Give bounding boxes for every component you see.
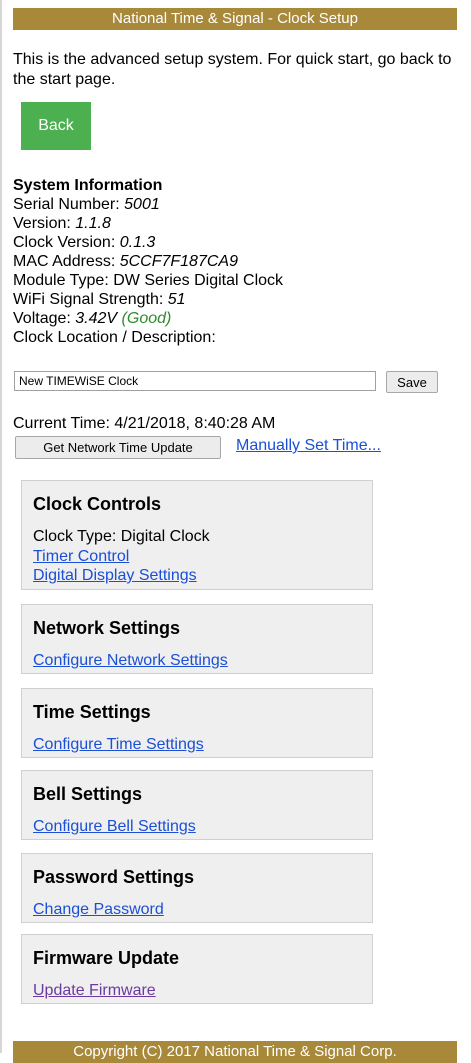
clock-location-label: Clock Location / Description: [13,329,216,346]
save-button[interactable]: Save [386,371,438,393]
panel-network-settings-title: Network Settings [33,618,181,638]
intro-text: This is the advanced setup system. For q… [13,51,452,88]
panel-firmware-update-title: Firmware Update [33,948,180,968]
change-password-link[interactable]: Change Password [33,900,164,919]
serial-number-row: Serial Number: 5001 [13,195,453,214]
version-value: 1.1.8 [75,215,111,232]
clock-location-input[interactable] [14,371,376,391]
panel-firmware-update: Firmware Update Update Firmware [21,934,373,1004]
panel-time-settings-title: Time Settings [33,702,151,722]
panel-time-settings: Time Settings Configure Time Settings [21,688,373,758]
voltage-value: 3.42V [75,310,118,327]
footer-copyright: Copyright (C) 2017 National Time & Signa… [73,1043,397,1060]
panel-clock-controls: Clock Controls Clock Type: Digital Clock… [21,480,373,590]
configure-time-settings-link[interactable]: Configure Time Settings [33,735,204,754]
update-firmware-link[interactable]: Update Firmware [33,981,156,1000]
configure-network-settings-link[interactable]: Configure Network Settings [33,651,228,670]
voltage-status: (Good) [121,310,172,327]
clock-version-row: Clock Version: 0.1.3 [13,233,453,252]
wifi-signal-label: WiFi Signal Strength: [13,291,168,308]
panel-password-settings: Password Settings Change Password [21,853,373,923]
serial-number-value: 5001 [124,196,160,213]
get-network-time-button[interactable]: Get Network Time Update [15,436,221,459]
header-title: National Time & Signal - Clock Setup [112,10,358,27]
panel-bell-settings-title: Bell Settings [33,784,143,804]
module-type: Module Type: DW Series Digital Clock [13,272,284,289]
clock-version-value: 0.1.3 [119,234,156,251]
panel-password-settings-title: Password Settings [33,867,195,887]
serial-number-label: Serial Number: [13,196,125,213]
mac-address-label: MAC Address: [13,253,120,270]
page-footer: Copyright (C) 2017 National Time & Signa… [13,1041,457,1063]
version-label: Version: [13,215,76,232]
back-button[interactable]: Back [21,102,91,150]
version-row: Version: 1.1.8 [13,214,453,233]
system-information: System Information Serial Number: 5001 V… [13,176,453,347]
configure-bell-settings-link[interactable]: Configure Bell Settings [33,817,196,836]
panel-bell-settings: Bell Settings Configure Bell Settings [21,770,373,840]
mac-address-value: 5CCF7F187CA9 [119,253,238,270]
manually-set-time-link[interactable]: Manually Set Time... [236,437,381,455]
system-info-heading: System Information [13,177,163,194]
page-header: National Time & Signal - Clock Setup [13,8,457,30]
voltage-row: Voltage: 3.42V (Good) [13,309,453,328]
digital-display-settings-link[interactable]: Digital Display Settings [33,566,197,585]
voltage-label: Voltage: [13,310,76,327]
wifi-signal-row: WiFi Signal Strength: 51 [13,290,453,309]
page-left-border [0,0,2,1053]
clock-version-label: Clock Version: [13,234,120,251]
panel-clock-controls-title: Clock Controls [33,494,162,514]
current-time: Current Time: 4/21/2018, 8:40:28 AM [13,415,276,432]
timer-control-link[interactable]: Timer Control [33,547,129,566]
wifi-signal-value: 51 [167,291,186,308]
panel-network-settings: Network Settings Configure Network Setti… [21,604,373,674]
clock-type: Clock Type: Digital Clock [33,528,210,545]
mac-address-row: MAC Address: 5CCF7F187CA9 [13,252,453,271]
